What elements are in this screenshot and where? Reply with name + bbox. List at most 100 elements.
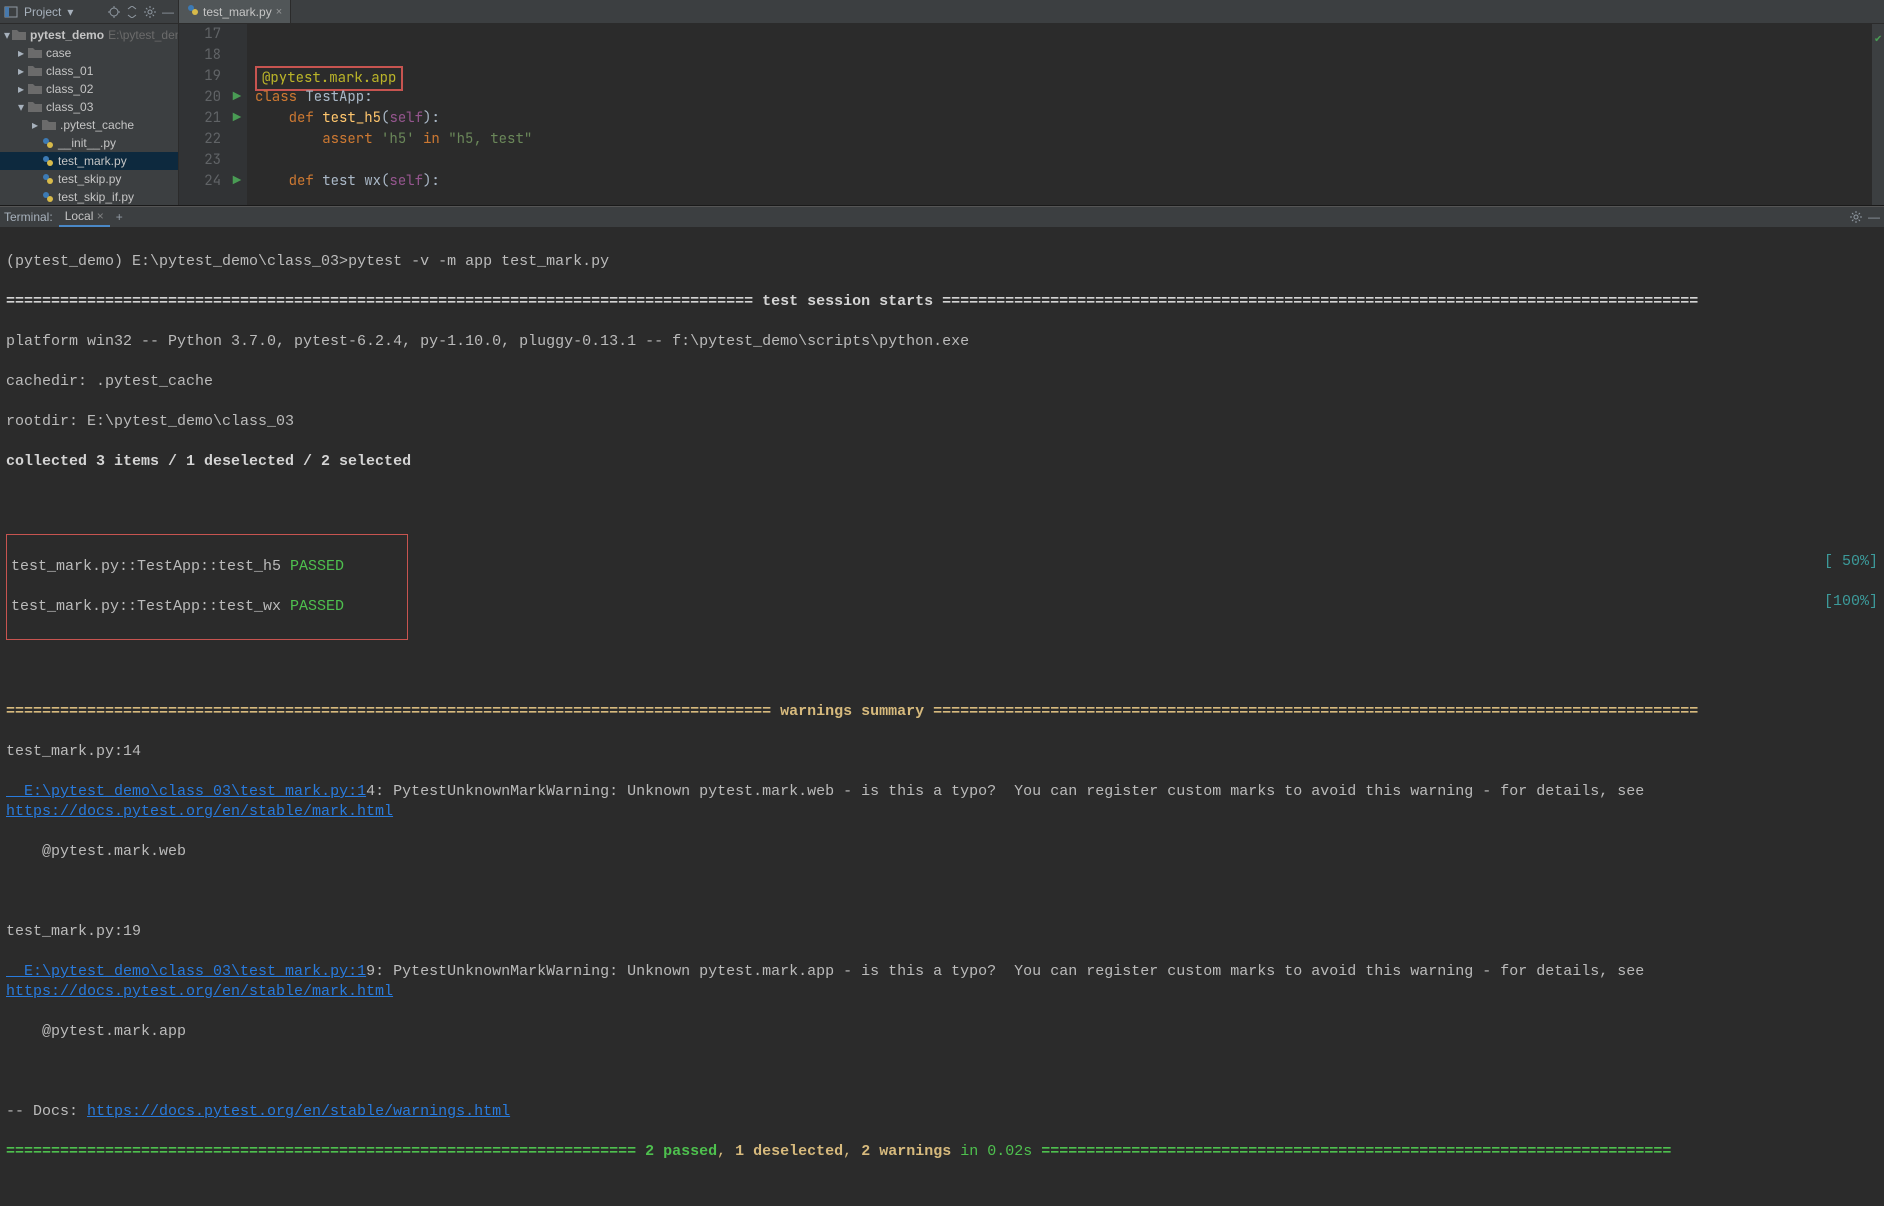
tree-root-path: E:\pytest_dem	[108, 28, 178, 42]
editor-error-stripe: ✔	[1872, 24, 1884, 205]
summary-deselected: 1 deselected	[735, 1143, 843, 1160]
test-result-status: PASSED	[290, 558, 344, 575]
platform-info: platform win32 -- Python 3.7.0, pytest-6…	[6, 332, 1878, 352]
project-sidebar: Project ▾ — ▾ pytest_demo E:\pytest_dem …	[0, 0, 179, 205]
terminal-output[interactable]: (pytest_demo) E:\pytest_demo\class_03>py…	[0, 228, 1884, 1206]
expand-all-icon[interactable]	[126, 6, 138, 18]
blank-icon	[227, 129, 247, 150]
test-result-name: test_mark.py::TestApp::test_wx	[11, 598, 290, 615]
code-line[interactable]	[255, 24, 532, 45]
line-number: 18	[179, 45, 221, 66]
project-title: Project	[24, 5, 61, 19]
chevron-right-icon: ▸	[30, 120, 40, 130]
warnings-divider-left: ========================================…	[6, 703, 780, 720]
folder-icon	[28, 47, 42, 59]
terminal-panel: Terminal: Local × + — (pytest_demo) E:\p…	[0, 206, 1884, 1206]
line-number: 17	[179, 24, 221, 45]
folder-icon	[12, 29, 26, 41]
project-sidebar-header: Project ▾ —	[0, 0, 178, 24]
tree-folder[interactable]: ▾ class_03	[0, 98, 178, 116]
warning-location: test_mark.py:14	[6, 742, 1878, 762]
summary-passed: 2 passed	[645, 1143, 717, 1160]
code-line[interactable]	[255, 150, 532, 171]
python-file-icon	[42, 191, 54, 203]
collected-info: collected 3 items / 1 deselected / 2 sel…	[6, 452, 1878, 472]
tree-item-label: .pytest_cache	[60, 118, 134, 132]
warning-file-link[interactable]: E:\pytest_demo\class_03\test_mark.py:1	[6, 783, 366, 800]
tree-file[interactable]: test_mark.py	[0, 152, 178, 170]
code-line[interactable]: def test_h5(self):	[255, 108, 532, 129]
session-divider-left: ========================================…	[6, 293, 762, 310]
warning-location: test_mark.py:19	[6, 922, 1878, 942]
chevron-right-icon: ▸	[16, 48, 26, 58]
tree-folder[interactable]: ▸class_02	[0, 80, 178, 98]
tree-folder[interactable]: ▸ .pytest_cache	[0, 116, 178, 134]
blank-icon	[30, 156, 40, 166]
blank-icon	[30, 174, 40, 184]
tree-root[interactable]: ▾ pytest_demo E:\pytest_dem	[0, 26, 178, 44]
tree-file[interactable]: __init__.py	[0, 134, 178, 152]
tree-item-label: class_02	[46, 82, 93, 96]
folder-icon	[28, 65, 42, 77]
folder-icon	[28, 83, 42, 95]
code-line[interactable]: @pytest.mark.app	[255, 66, 532, 87]
tree-item-label: class_03	[46, 100, 93, 114]
warning-snippet: @pytest.mark.app	[6, 1022, 1878, 1042]
session-divider-right: ========================================…	[933, 293, 1698, 310]
code-content[interactable]: @pytest.mark.appclass TestApp: def test_…	[247, 24, 532, 205]
code-line[interactable]: assert 'h5' in "h5, test"	[255, 129, 532, 150]
tree-root-name: pytest_demo	[30, 28, 104, 42]
tree-folder[interactable]: ▸class_01	[0, 62, 178, 80]
run-icon[interactable]: ▶	[227, 87, 247, 108]
close-icon[interactable]: ×	[97, 209, 104, 223]
tree-file[interactable]: test_skip_if.py	[0, 188, 178, 205]
tree-item-label: case	[46, 46, 71, 60]
warning-message: 9: PytestUnknownMarkWarning: Unknown pyt…	[366, 963, 1653, 980]
terminal-title: Terminal:	[4, 210, 53, 224]
line-number: 22	[179, 129, 221, 150]
tree-item-label: __init__.py	[58, 136, 116, 150]
dropdown-arrow-icon[interactable]: ▾	[67, 5, 73, 19]
summary-warnings: 2 warnings	[861, 1143, 951, 1160]
tree-folder[interactable]: ▸ case	[0, 44, 178, 62]
summary-divider-right: ========================================…	[1032, 1143, 1671, 1160]
tree-file[interactable]: test_skip.py	[0, 170, 178, 188]
code-line[interactable]	[255, 45, 532, 66]
gear-icon[interactable]	[1850, 211, 1862, 223]
line-number: 24	[179, 171, 221, 192]
code-area[interactable]: 1718192021222324 ▶▶▶ @pytest.mark.appcla…	[179, 24, 1884, 205]
blank-icon	[30, 138, 40, 148]
tree-item-label: test_mark.py	[58, 154, 127, 168]
line-number-gutter: 1718192021222324	[179, 24, 227, 205]
summary-divider-left: ========================================…	[6, 1143, 645, 1160]
test-progress: [ 50%]	[1824, 553, 1878, 570]
warnings-divider-right: ========================================…	[924, 703, 1698, 720]
warning-doc-link[interactable]: https://docs.pytest.org/en/stable/mark.h…	[6, 983, 393, 1000]
chevron-down-icon: ▾	[16, 102, 26, 112]
rootdir-info: rootdir: E:\pytest_demo\class_03	[6, 412, 1878, 432]
close-icon[interactable]: ×	[276, 6, 282, 18]
code-line[interactable]: def test wx(self):	[255, 171, 532, 192]
project-tree: ▾ pytest_demo E:\pytest_dem ▸case▸class_…	[0, 24, 178, 205]
line-number: 20	[179, 87, 221, 108]
hide-icon[interactable]: —	[162, 5, 174, 19]
docs-link[interactable]: https://docs.pytest.org/en/stable/warnin…	[87, 1103, 510, 1120]
warning-doc-link[interactable]: https://docs.pytest.org/en/stable/mark.h…	[6, 803, 393, 820]
terminal-prompt: (pytest_demo) E:\pytest_demo\class_03>	[6, 253, 348, 270]
locate-icon[interactable]	[108, 6, 120, 18]
add-tab-icon[interactable]: +	[116, 210, 123, 224]
run-icon[interactable]: ▶	[227, 171, 247, 192]
editor-tab-file[interactable]: test_mark.py ×	[179, 0, 291, 23]
project-view-icon[interactable]	[4, 5, 18, 19]
terminal-command: pytest -v -m app test_mark.py	[348, 253, 609, 270]
run-icon[interactable]: ▶	[227, 108, 247, 129]
cachedir-info: cachedir: .pytest_cache	[6, 372, 1878, 392]
terminal-tab-local[interactable]: Local ×	[59, 207, 110, 227]
tree-item-label: class_01	[46, 64, 93, 78]
gear-icon[interactable]	[144, 6, 156, 18]
blank-icon	[227, 66, 247, 87]
line-number: 23	[179, 150, 221, 171]
warning-file-link[interactable]: E:\pytest_demo\class_03\test_mark.py:1	[6, 963, 366, 980]
hide-icon[interactable]: —	[1868, 210, 1880, 224]
python-file-icon	[187, 4, 199, 19]
